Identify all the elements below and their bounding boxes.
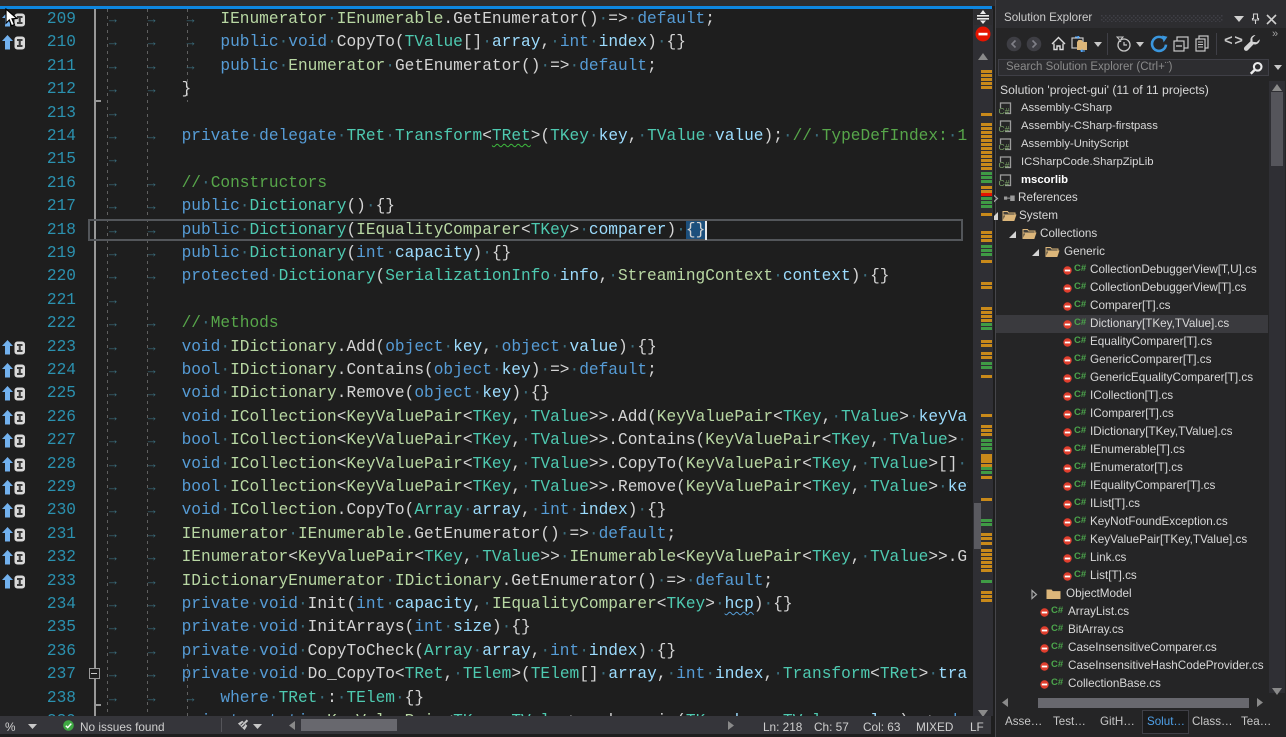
svg-text:C#: C# bbox=[999, 106, 1010, 115]
svg-text:C#: C# bbox=[999, 160, 1010, 169]
svg-text:C#: C# bbox=[999, 142, 1010, 151]
svg-text:C#: C# bbox=[999, 178, 1010, 187]
svg-text:C#: C# bbox=[999, 124, 1010, 133]
